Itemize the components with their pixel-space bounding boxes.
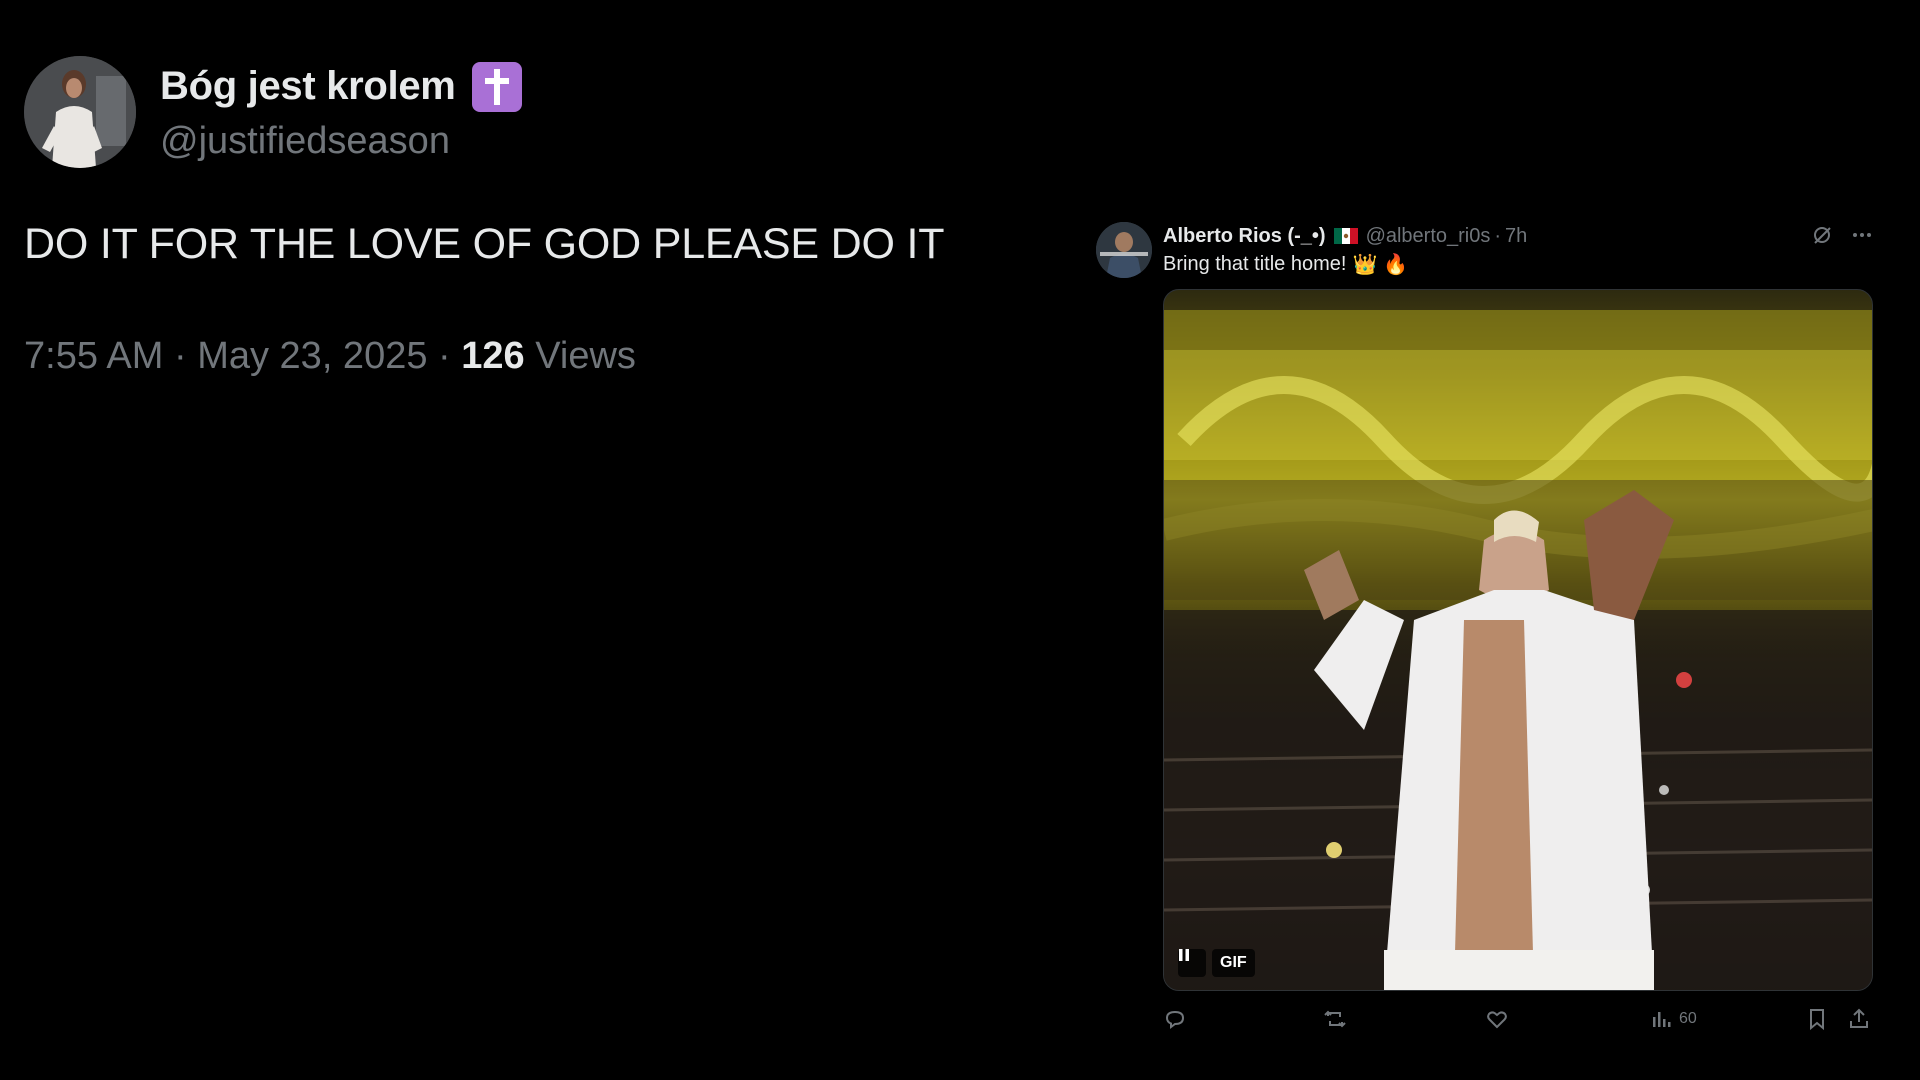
reply-handle[interactable]: @alberto_ri0s [1366,225,1491,248]
reply-avatar[interactable] [1096,222,1152,278]
share-button[interactable] [1847,1007,1871,1031]
views-button[interactable]: 60 [1649,1007,1697,1031]
action-bar: 60 [1163,1007,1873,1035]
share-icon [1847,1007,1871,1031]
reply-header: Alberto Rios (-_•) @alberto_ri0s · 7h [1163,222,1873,250]
gif-media[interactable]: GIF [1163,289,1873,991]
gif-label: GIF [1212,949,1255,977]
grok-icon[interactable] [1811,224,1833,252]
reply-separator: · [1494,224,1502,247]
main-tweet: Bóg jest krolem @justifiedseason DO IT F… [24,56,1024,378]
cross-icon [471,61,522,112]
author-row: Bóg jest krolem @justifiedseason [24,56,1024,168]
tweet-time[interactable]: 7:55 AM [24,335,163,377]
repost-icon [1323,1007,1347,1031]
reply-views-count: 60 [1679,1010,1697,1027]
avatar-photo [24,56,136,168]
crown-emoji: 👑 [1352,254,1378,276]
meta-separator: · [173,335,187,377]
reply-tools [1811,224,1873,252]
gif-frame [1164,310,1872,990]
tweet-text: DO IT FOR THE LOVE OF GOD PLEASE DO IT [24,220,945,268]
pause-icon[interactable] [1178,949,1206,977]
bookmark-icon [1805,1007,1829,1031]
author-meta: Bóg jest krolem @justifiedseason [160,61,522,163]
bookmark-button[interactable] [1805,1007,1829,1031]
tweet-meta: 7:55 AM · May 23, 2025 · 126 Views [24,335,1024,378]
reply-text: Bring that title home! [1163,253,1347,275]
reply-text-row: Bring that title home! 👑 🔥 [1163,252,1873,277]
analytics-icon [1649,1007,1673,1031]
like-button[interactable] [1485,1007,1515,1031]
fire-emoji: 🔥 [1383,254,1409,276]
heart-icon [1485,1007,1509,1031]
repost-button[interactable] [1323,1007,1353,1031]
display-name[interactable]: Bóg jest krolem [160,64,456,109]
views-label: Views [535,335,636,377]
views-count: 126 [461,335,525,377]
reply-display-name[interactable]: Alberto Rios (-_•) [1163,225,1326,248]
display-name-row: Bóg jest krolem [160,61,522,112]
author-avatar[interactable] [24,56,136,168]
gif-badge: GIF [1178,948,1255,978]
mexico-flag-icon [1333,228,1358,244]
reply-time[interactable]: 7h [1505,225,1527,248]
more-options-icon[interactable] [1851,224,1873,252]
reply-button[interactable] [1163,1007,1193,1031]
reply-body: Alberto Rios (-_•) @alberto_ri0s · 7h Br… [1163,222,1873,1035]
tweet-date[interactable]: May 23, 2025 [197,335,427,377]
author-handle[interactable]: @justifiedseason [160,120,522,163]
meta-separator: · [438,335,451,377]
reply-avatar-photo [1096,222,1152,278]
reply-icon [1163,1007,1187,1031]
screen: Bóg jest krolem @justifiedseason DO IT F… [0,0,1920,1080]
